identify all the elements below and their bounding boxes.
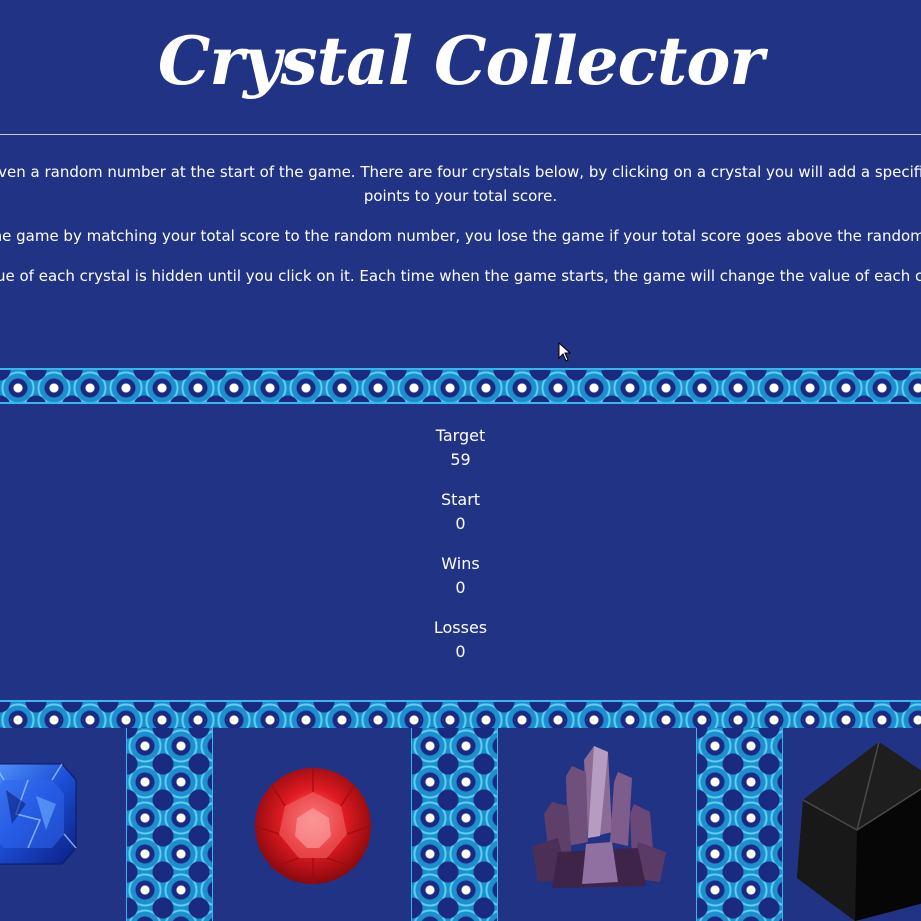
start-value: 0 — [455, 514, 466, 533]
losses-label: Losses — [433, 618, 488, 637]
start-stat: Start 0 — [0, 488, 921, 552]
red-ruby-crystal[interactable] — [253, 766, 373, 886]
scoreboard: Target 59 Start 0 Wins 0 Losses 0 — [0, 424, 921, 680]
instruction-line-3: e value of each crystal is hidden until … — [0, 267, 921, 285]
tile-divider — [126, 728, 213, 921]
start-label: Start — [440, 490, 481, 509]
game-title: Crystal Collector — [157, 22, 764, 100]
crystal-row — [0, 728, 921, 921]
target-value: 59 — [450, 450, 471, 469]
blue-sapphire-crystal[interactable] — [0, 760, 80, 870]
crystal-panel-4 — [783, 728, 921, 921]
instruction-line-2: n the game by matching your total score … — [0, 227, 921, 245]
wins-stat: Wins 0 — [0, 552, 921, 616]
title-divider — [0, 134, 921, 135]
tile-divider — [696, 728, 783, 921]
game-page: Crystal Collector be given a random numb… — [0, 0, 921, 921]
losses-value: 0 — [455, 642, 466, 661]
wins-value: 0 — [455, 578, 466, 597]
target-label: Target — [435, 426, 486, 445]
instructions: be given a random number at the start of… — [0, 160, 921, 304]
black-cube-crystal[interactable] — [795, 740, 921, 921]
losses-stat: Losses 0 — [0, 616, 921, 680]
mouse-cursor-icon — [558, 342, 572, 362]
instruction-line-1: be given a random number at the start of… — [0, 163, 921, 181]
purple-amethyst-crystal[interactable] — [528, 742, 670, 892]
wins-label: Wins — [441, 554, 480, 573]
decorative-band-top — [0, 368, 921, 404]
crystal-panel-3 — [498, 728, 696, 921]
target-stat: Target 59 — [0, 424, 921, 488]
crystal-panel-2 — [213, 728, 411, 921]
crystal-panel-1 — [0, 728, 126, 921]
decorative-band-bottom — [0, 700, 921, 728]
instruction-line-1b: points to your total score. — [363, 187, 558, 205]
tile-divider — [411, 728, 498, 921]
